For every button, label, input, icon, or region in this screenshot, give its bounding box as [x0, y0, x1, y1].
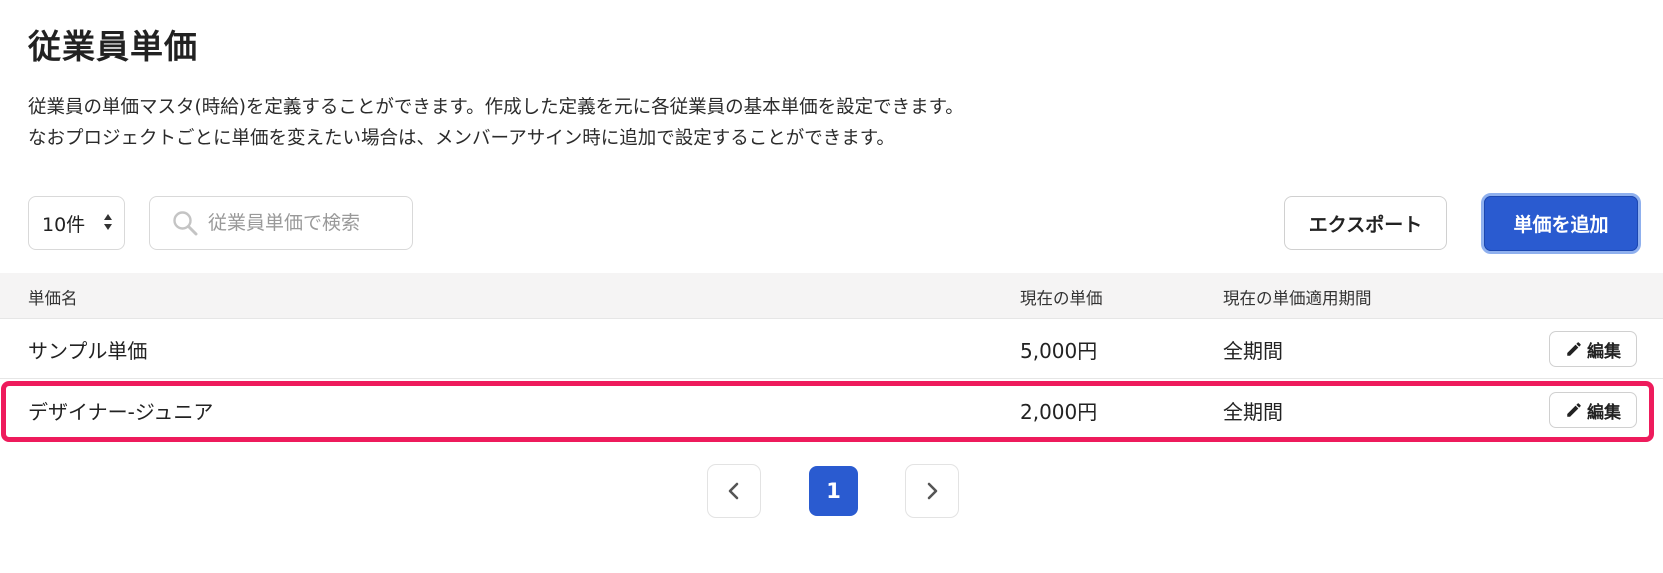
description-line-1: 従業員の単価マスタ(時給)を定義することができます。作成した定義を元に各従業員の…	[28, 97, 964, 118]
table-header: 単価名 現在の単価 現在の単価適用期間	[0, 273, 1663, 319]
row-period: 全期間	[1223, 339, 1283, 363]
add-price-label: 単価を追加	[1484, 196, 1638, 251]
edit-button[interactable]: 編集	[1549, 392, 1637, 428]
description-line-2: なおプロジェクトごとに単価を変えたい場合は、メンバーアサイン時に追加で設定するこ…	[28, 128, 895, 149]
table-row: デザイナー-ジュニア 2,000円 全期間 編集	[0, 380, 1663, 440]
per-page-value: 10件	[42, 213, 86, 236]
row-name: サンプル単価	[28, 339, 148, 363]
add-price-button[interactable]: 単価を追加	[1481, 193, 1641, 254]
row-price: 5,000円	[1020, 339, 1098, 363]
search-input[interactable]	[208, 212, 408, 234]
search-box[interactable]	[149, 196, 413, 250]
page-number-current[interactable]: 1	[809, 466, 858, 516]
page: 従業員単価 従業員の単価マスタ(時給)を定義することができます。作成した定義を元…	[0, 0, 1663, 573]
prev-page-button[interactable]	[707, 464, 761, 518]
search-icon	[173, 211, 198, 236]
header-price: 現在の単価	[1020, 289, 1103, 308]
chevron-left-icon	[728, 482, 739, 500]
next-page-button[interactable]	[905, 464, 959, 518]
pencil-icon	[1567, 342, 1581, 356]
header-period: 現在の単価適用期間	[1223, 289, 1372, 308]
table-row: サンプル単価 5,000円 全期間 編集	[0, 319, 1663, 379]
edit-button[interactable]: 編集	[1549, 331, 1637, 367]
row-name: デザイナー-ジュニア	[28, 400, 214, 424]
row-price: 2,000円	[1020, 400, 1098, 424]
edit-label: 編集	[1587, 341, 1621, 362]
edit-label: 編集	[1587, 402, 1621, 423]
export-button[interactable]: エクスポート	[1284, 196, 1447, 250]
page-description: 従業員の単価マスタ(時給)を定義することができます。作成した定義を元に各従業員の…	[28, 92, 964, 154]
header-name: 単価名	[28, 289, 78, 308]
per-page-select[interactable]: 10件	[28, 196, 125, 250]
updown-arrows-icon	[104, 214, 112, 230]
chevron-right-icon	[927, 482, 938, 500]
row-period: 全期間	[1223, 400, 1283, 424]
page-title: 従業員単価	[28, 27, 198, 66]
pencil-icon	[1567, 403, 1581, 417]
